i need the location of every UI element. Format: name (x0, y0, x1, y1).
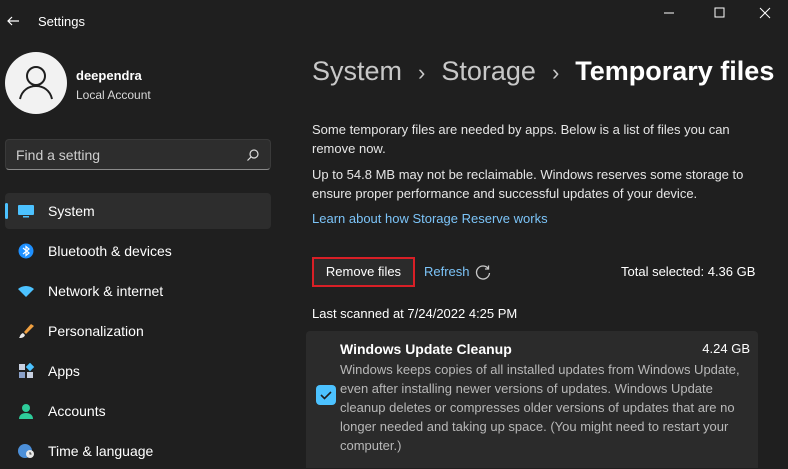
minimize-icon (664, 12, 674, 14)
brush-icon (19, 324, 34, 338)
sidebar-item-apps[interactable]: Apps (5, 353, 271, 389)
sidebar-item-label: Personalization (48, 323, 144, 339)
title-bar: Settings (0, 0, 788, 44)
person-icon (19, 66, 53, 100)
sidebar-item-label: Time & language (48, 443, 154, 459)
sidebar-item-time-language[interactable]: Time & language (5, 433, 271, 469)
sidebar-item-label: Bluetooth & devices (48, 243, 172, 259)
maximize-button[interactable] (700, 4, 740, 24)
bluetooth-icon (18, 243, 34, 259)
sidebar-item-network[interactable]: Network & internet (5, 273, 271, 309)
minimize-button[interactable] (650, 4, 690, 24)
item-size: 4.24 GB (702, 341, 750, 356)
breadcrumb: System › Storage › Temporary files (312, 56, 774, 87)
breadcrumb-system[interactable]: System (312, 56, 402, 86)
refresh-button[interactable]: Refresh (424, 264, 470, 279)
chevron-right-icon: › (551, 60, 560, 85)
storage-reserve-link[interactable]: Learn about how Storage Reserve works (312, 211, 548, 226)
item-description: Windows keeps copies of all installed up… (340, 362, 740, 453)
item-title: Windows Update Cleanup (340, 341, 512, 357)
close-button[interactable] (745, 4, 785, 24)
active-indicator (5, 203, 8, 219)
sidebar-item-label: System (48, 203, 95, 219)
sidebar-item-bluetooth[interactable]: Bluetooth & devices (5, 233, 271, 269)
maximize-icon (714, 7, 725, 18)
list-item: Windows Update Cleanup 4.24 GB Windows k… (306, 331, 758, 468)
user-name: deependra (76, 68, 142, 83)
breadcrumb-storage[interactable]: Storage (441, 56, 536, 86)
close-icon (759, 7, 771, 19)
sidebar-item-label: Accounts (48, 403, 106, 419)
back-arrow-icon[interactable] (6, 14, 20, 28)
sidebar-item-personalization[interactable]: Personalization (5, 313, 271, 349)
refresh-icon[interactable] (474, 263, 492, 281)
search-placeholder: Find a setting (16, 147, 101, 163)
sidebar-item-label: Network & internet (48, 283, 164, 299)
page-title: Temporary files (575, 56, 775, 86)
apps-icon (19, 363, 35, 378)
person-icon (19, 404, 33, 419)
sidebar-item-system[interactable]: System (5, 193, 271, 229)
search-icon (247, 149, 259, 161)
monitor-icon (18, 205, 34, 218)
item-checkbox[interactable] (316, 385, 336, 405)
intro-text: Some temporary files are needed by apps.… (312, 122, 730, 156)
globe-clock-icon (18, 444, 34, 458)
sidebar-item-accounts[interactable]: Accounts (5, 393, 271, 429)
total-selected: Total selected: 4.36 GB (621, 264, 756, 279)
storage-reserve-note: Up to 54.8 MB may not be reclaimable. Wi… (312, 167, 744, 201)
checkmark-icon (320, 391, 332, 400)
account-type: Local Account (76, 88, 151, 102)
chevron-right-icon: › (418, 60, 426, 85)
wifi-icon (18, 285, 34, 297)
search-input[interactable]: Find a setting (5, 139, 271, 170)
remove-files-button[interactable]: Remove files (312, 257, 415, 287)
avatar[interactable] (5, 52, 67, 114)
last-scanned: Last scanned at 7/24/2022 4:25 PM (312, 306, 518, 321)
sidebar-item-label: Apps (48, 363, 80, 379)
user-profile[interactable]: deependra Local Account (5, 40, 285, 120)
app-title: Settings (38, 14, 85, 29)
